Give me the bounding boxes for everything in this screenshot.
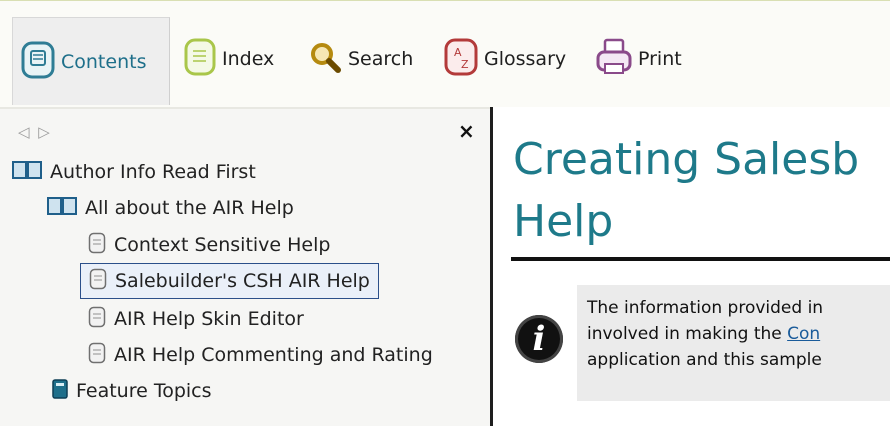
tab-glossary-label: Glossary bbox=[484, 48, 567, 70]
tab-index-label: Index bbox=[222, 48, 275, 70]
magnifier-icon bbox=[308, 40, 342, 78]
tab-contents-label: Contents bbox=[61, 50, 147, 73]
page-title: Creating Salesb Help bbox=[513, 129, 890, 253]
topic-content: Creating Salesb Help i The information p… bbox=[493, 107, 890, 426]
close-panel-button[interactable]: × bbox=[458, 119, 475, 143]
tab-search[interactable]: Search bbox=[308, 39, 413, 79]
page-icon bbox=[88, 306, 106, 332]
printer-icon bbox=[596, 38, 632, 80]
toc-item-label: All about the AIR Help bbox=[85, 197, 294, 219]
svg-text:Z: Z bbox=[461, 58, 469, 71]
toc-item-feature-topics[interactable]: Feature Topics bbox=[52, 376, 212, 406]
toc-item-label: Feature Topics bbox=[76, 380, 212, 402]
closed-book-icon bbox=[52, 379, 68, 403]
info-icon: i bbox=[515, 315, 563, 363]
toc-item-salebuilder-csh[interactable]: Salebuilder's CSH AIR Help bbox=[80, 263, 379, 299]
tab-search-label: Search bbox=[348, 48, 414, 70]
toc-item-air-help-commenting[interactable]: AIR Help Commenting and Rating bbox=[88, 340, 433, 370]
toc-item-context-sensitive-help[interactable]: Context Sensitive Help bbox=[88, 230, 330, 260]
toc-item-all-about-air-help[interactable]: All about the AIR Help bbox=[47, 193, 294, 223]
toc-item-label: Context Sensitive Help bbox=[114, 234, 331, 256]
tab-index[interactable]: Index bbox=[184, 38, 275, 80]
open-book-icon bbox=[47, 196, 77, 220]
toc-item-label: Salebuilder's CSH AIR Help bbox=[115, 270, 370, 292]
tab-contents[interactable]: Contents bbox=[12, 17, 170, 105]
note-line-3: application and this sample bbox=[587, 350, 822, 370]
page-icon bbox=[88, 232, 106, 258]
toc-item-air-help-skin-editor[interactable]: AIR Help Skin Editor bbox=[88, 304, 304, 334]
toc-item-author-info[interactable]: Author Info Read First bbox=[12, 157, 256, 187]
page-icon bbox=[89, 268, 107, 294]
note-line-1: The information provided in bbox=[587, 298, 824, 318]
a-z-glossary-icon: A Z bbox=[444, 38, 478, 80]
index-page-icon bbox=[184, 38, 216, 80]
open-book-icon bbox=[12, 160, 42, 184]
tab-print-label: Print bbox=[638, 48, 682, 70]
toc-item-label: Author Info Read First bbox=[50, 161, 256, 183]
note-line-2-text: involved in making the bbox=[587, 324, 788, 344]
contents-book-icon bbox=[21, 41, 55, 83]
info-note: The information provided in involved in … bbox=[577, 285, 890, 401]
note-link[interactable]: Con bbox=[787, 324, 820, 344]
title-rule bbox=[511, 257, 890, 261]
toc-nav-arrows[interactable]: ◁ ▷ bbox=[18, 123, 52, 141]
page-icon bbox=[88, 342, 106, 368]
page-title-line2: Help bbox=[513, 196, 614, 247]
toc-item-label: AIR Help Skin Editor bbox=[114, 308, 304, 330]
page-title-line1: Creating Salesb bbox=[513, 134, 860, 185]
toc-panel: ◁ ▷ × Author Info Read First All about t… bbox=[0, 107, 490, 426]
toc-item-label: AIR Help Commenting and Rating bbox=[114, 344, 433, 366]
toolbar: Contents Index Search A Z Glossary Print bbox=[0, 0, 890, 107]
note-line-2: involved in making the Con bbox=[587, 321, 890, 347]
tab-print[interactable]: Print bbox=[596, 38, 682, 80]
tab-glossary[interactable]: A Z Glossary bbox=[444, 38, 567, 80]
